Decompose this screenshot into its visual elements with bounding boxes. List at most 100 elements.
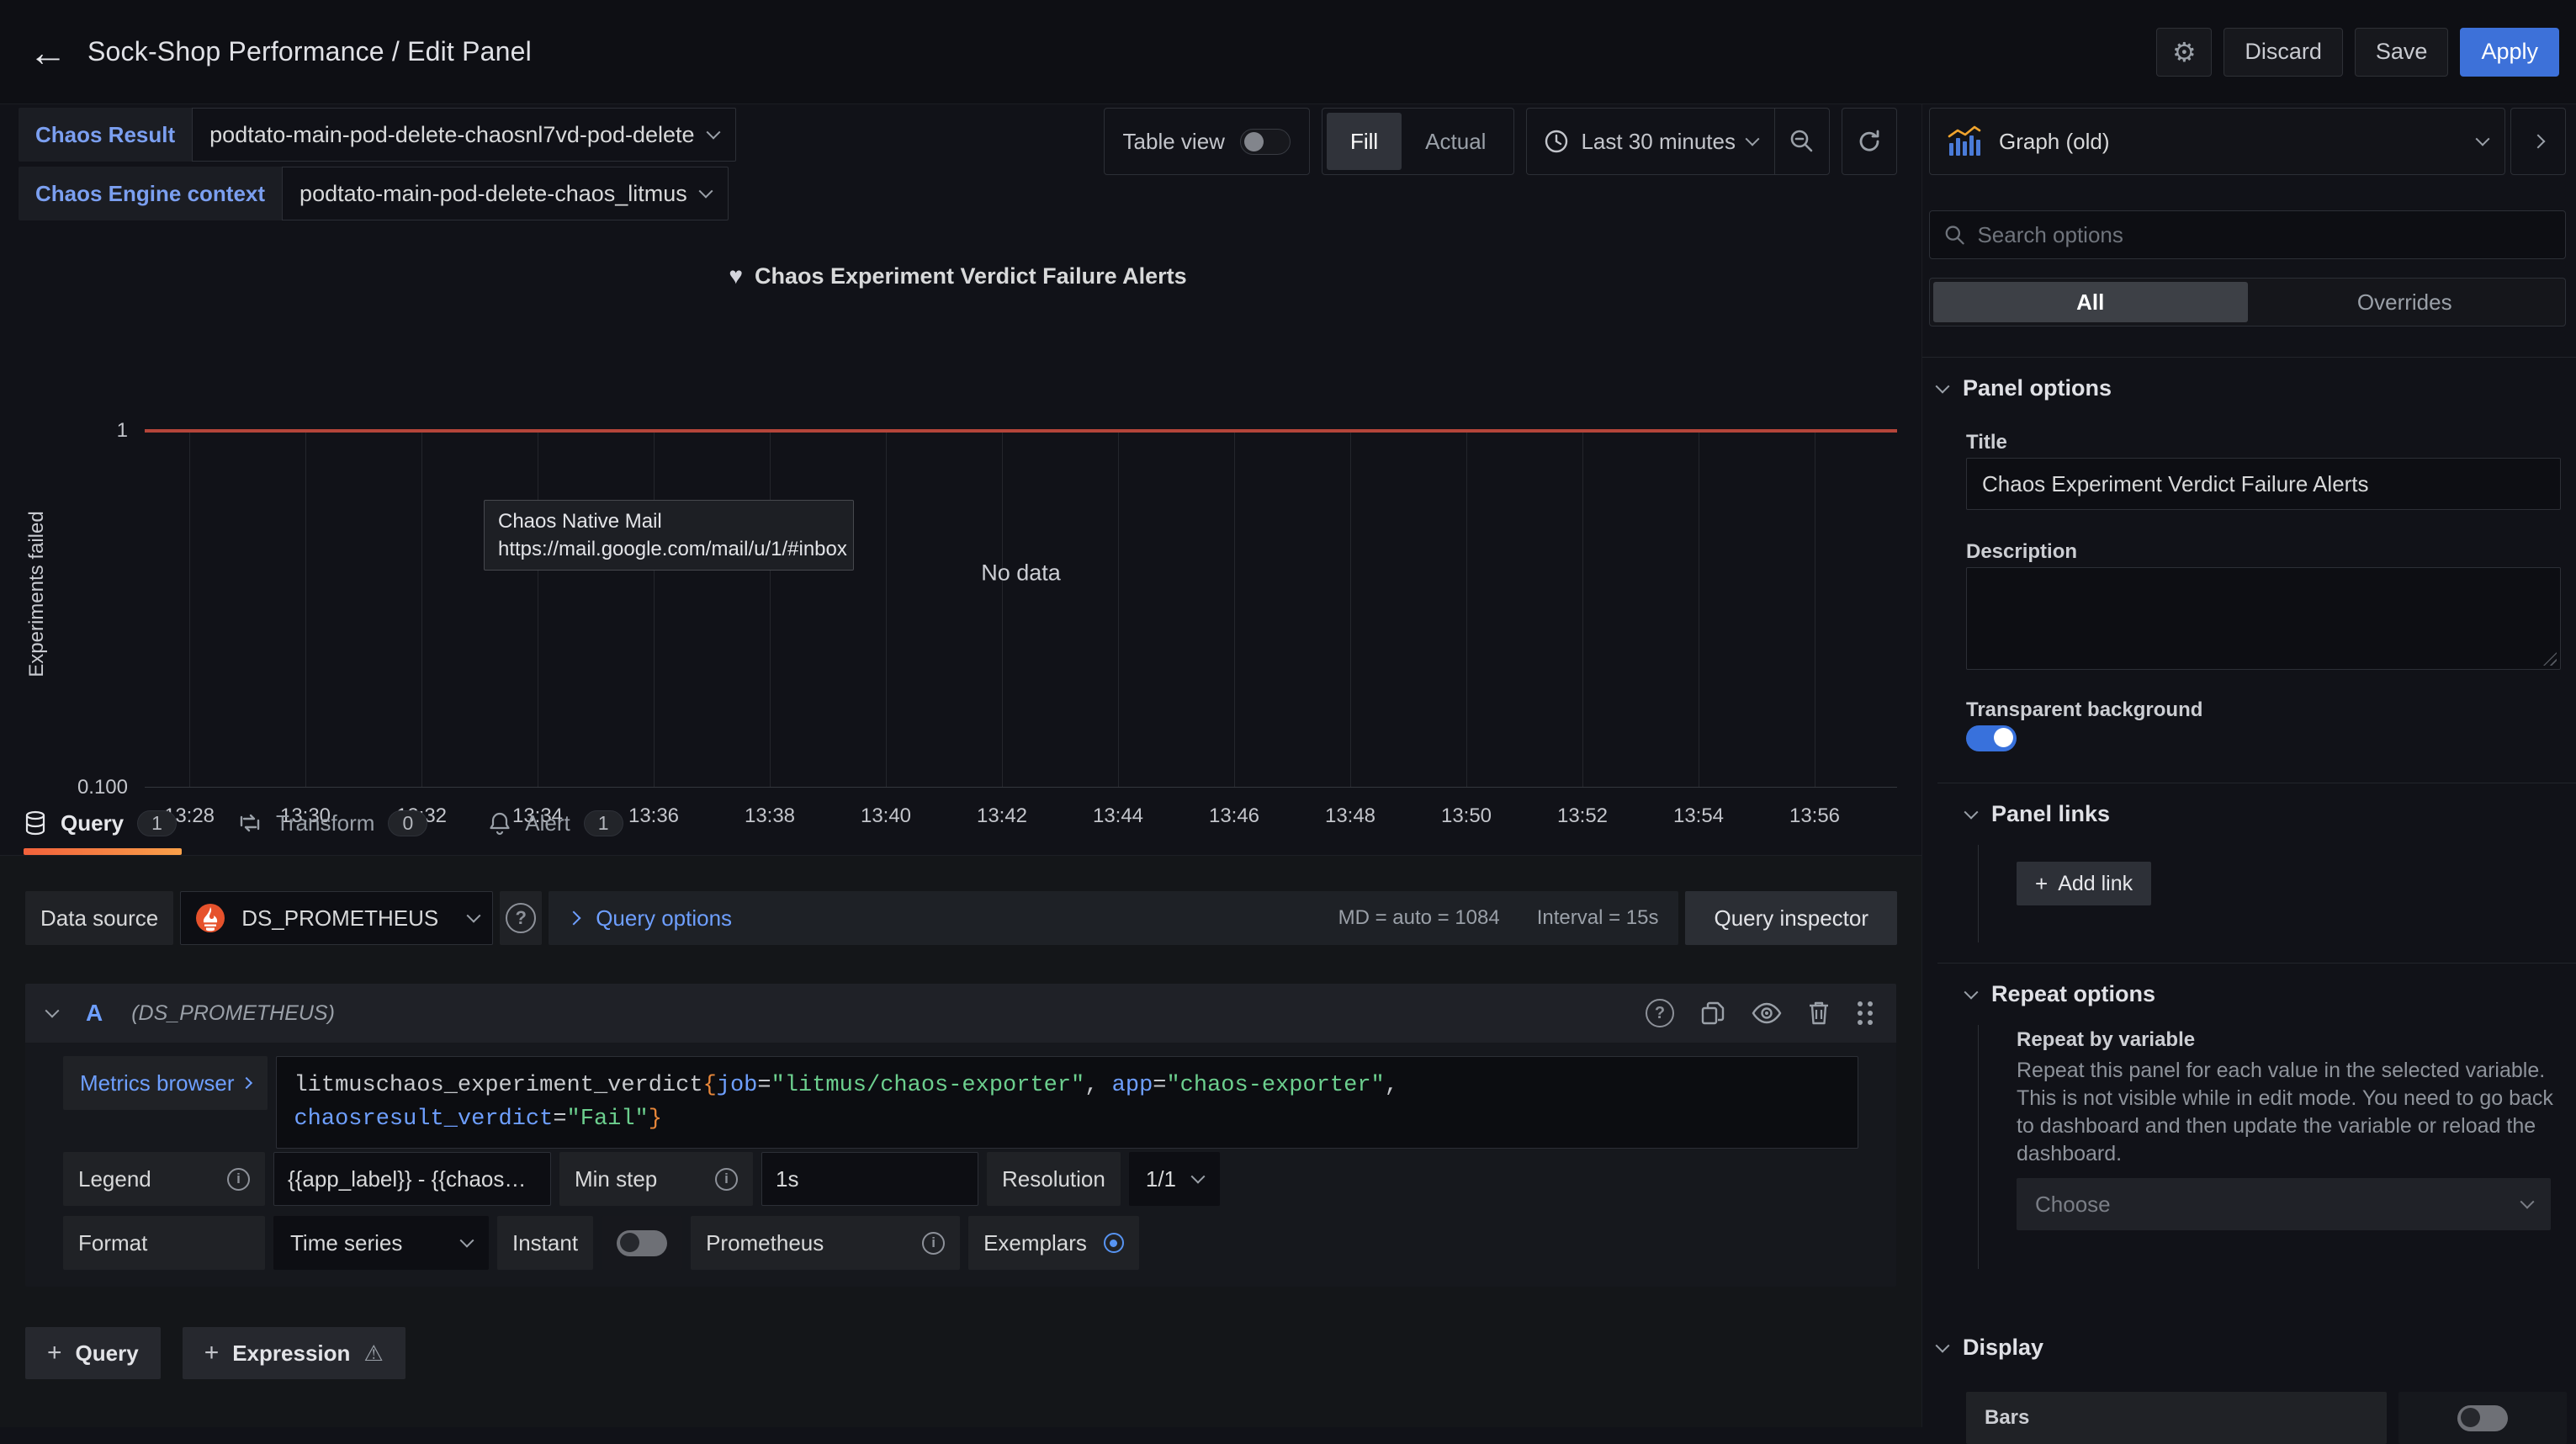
variable-value-text: podtato-main-pod-delete-chaos_litmus <box>299 181 687 207</box>
visualization-name: Graph (old) <box>1999 129 2110 155</box>
query-inspector-button[interactable]: Query inspector <box>1685 891 1897 945</box>
options-search-input[interactable] <box>1977 222 2552 248</box>
metrics-browser-button[interactable]: Metrics browser <box>63 1056 268 1110</box>
options-search[interactable] <box>1929 210 2566 259</box>
trash-icon[interactable] <box>1807 1000 1831 1027</box>
apply-button[interactable]: Apply <box>2460 28 2559 77</box>
panel-title-input[interactable] <box>1966 458 2561 510</box>
gridline <box>1350 431 1351 787</box>
query-options-toggle[interactable]: Query options <box>596 905 732 932</box>
query-card-A: A (DS_PROMETHEUS) ? Metrics browser litm… <box>25 984 1896 1287</box>
graph-panel-icon <box>1947 125 1982 158</box>
time-range-picker[interactable]: Last 30 minutes <box>1527 109 1774 174</box>
time-picker-group: Last 30 minutes <box>1526 108 1830 175</box>
datasource-picker[interactable]: DS_PROMETHEUS <box>180 891 493 945</box>
tooltip-title: Chaos Native Mail <box>498 507 840 535</box>
expr-segment: app <box>1112 1073 1153 1098</box>
toggle-knob <box>2461 1408 2480 1427</box>
expr-segment: "Fail" <box>567 1107 649 1132</box>
add-link-button[interactable]: + Add link <box>2017 862 2151 905</box>
expr-segment: = <box>553 1107 566 1132</box>
gridline <box>654 431 655 787</box>
datasource-help-button[interactable]: ? <box>500 891 542 945</box>
viz-toolbar: Table view Fill Actual Last 30 minutes <box>1104 108 1897 175</box>
tab-query[interactable]: Query 1 <box>24 799 177 855</box>
drag-handle-icon[interactable] <box>1856 1000 1874 1027</box>
query-help-icon[interactable]: ? <box>1646 999 1674 1027</box>
resize-handle[interactable] <box>2543 652 2557 666</box>
legend-label-text: Legend <box>78 1166 151 1192</box>
prometheus-icon <box>194 902 226 934</box>
info-icon: i <box>227 1168 250 1191</box>
expr-segment: = <box>1153 1073 1166 1098</box>
panel-description-textarea[interactable] <box>1966 567 2561 670</box>
alert-heart-icon: ♥ <box>729 263 743 289</box>
options-sidebar: Graph (old) All Overrides Panel options … <box>1921 104 2576 1427</box>
gridline <box>1118 431 1119 787</box>
table-view-toggle[interactable] <box>1240 129 1291 155</box>
toggle-knob <box>1244 132 1264 151</box>
chevron-down-icon <box>706 125 720 140</box>
back-arrow-icon[interactable]: ← <box>29 29 87 75</box>
tab-label: Alert <box>525 810 570 836</box>
query-card-header[interactable]: A (DS_PROMETHEUS) ? <box>25 984 1896 1043</box>
variable-value-dropdown[interactable]: podtato-main-pod-delete-chaos_litmus <box>282 167 729 220</box>
repeat-variable-select[interactable]: Choose <box>2017 1178 2551 1230</box>
variable-value-dropdown[interactable]: podtato-main-pod-delete-chaosnl7vd-pod-d… <box>192 108 735 162</box>
chevron-down-icon <box>1964 804 1979 819</box>
bars-toggle-cell <box>2398 1392 2567 1444</box>
expr-segment: = <box>757 1073 771 1098</box>
save-button[interactable]: Save <box>2355 28 2449 77</box>
format-dropdown[interactable]: Time series <box>273 1216 489 1270</box>
tab-label: Query <box>61 810 124 836</box>
plot-area[interactable]: No data <box>145 431 1897 788</box>
panel-links-header[interactable]: Panel links <box>1966 801 2110 827</box>
gridline <box>421 431 422 787</box>
panel-title-input-field[interactable] <box>1982 471 2545 497</box>
tab-all[interactable]: All <box>1933 282 2248 322</box>
promql-expression-input[interactable]: litmuschaos_experiment_verdict{job="litm… <box>276 1056 1858 1149</box>
display-header[interactable]: Display <box>1937 1335 2043 1361</box>
panel-settings-button[interactable]: ⚙ <box>2156 28 2212 77</box>
panel-options-header[interactable]: Panel options <box>1937 375 2112 401</box>
legend-input-field[interactable] <box>288 1166 537 1192</box>
section-title: Display <box>1963 1335 2043 1361</box>
chevron-down-icon <box>1746 132 1760 146</box>
expr-segment: job <box>717 1073 758 1098</box>
gridline <box>1002 431 1003 787</box>
chevron-down-icon <box>2476 132 2490 146</box>
instant-label: Instant <box>497 1216 593 1270</box>
tab-overrides[interactable]: Overrides <box>2248 282 2563 322</box>
visualization-picker[interactable]: Graph (old) <box>1929 108 2505 175</box>
zoom-out-button[interactable] <box>1774 109 1829 174</box>
tab-alert[interactable]: Alert 1 <box>488 799 623 855</box>
section-title: Repeat options <box>1991 981 2155 1007</box>
add-expression-button[interactable]: + Expression ⚠ <box>183 1327 405 1379</box>
eye-icon[interactable] <box>1752 1001 1782 1025</box>
repeat-options-header[interactable]: Repeat options <box>1966 981 2155 1007</box>
instant-toggle[interactable] <box>617 1230 667 1256</box>
collapse-sidebar-button[interactable] <box>2510 108 2566 175</box>
legend-input[interactable] <box>273 1152 551 1206</box>
section-guide-line <box>1978 1025 1979 1269</box>
repeat-description: Repeat this panel for each value in the … <box>2017 1057 2557 1168</box>
transparent-background-toggle[interactable] <box>1966 725 2017 751</box>
fill-option[interactable]: Fill <box>1327 113 1402 170</box>
variable-chaos-result: Chaos Result podtato-main-pod-delete-cha… <box>19 108 736 162</box>
min-step-input-field[interactable] <box>776 1166 964 1192</box>
y-tick-bottom: 0.100 <box>19 776 128 799</box>
exemplars-icon[interactable] <box>1104 1233 1124 1253</box>
resolution-dropdown[interactable]: 1/1 <box>1129 1152 1220 1206</box>
min-step-input[interactable] <box>761 1152 978 1206</box>
actual-option[interactable]: Actual <box>1402 113 1509 170</box>
duplicate-icon[interactable] <box>1699 1000 1726 1027</box>
add-query-button[interactable]: + Query <box>25 1327 161 1379</box>
discard-button[interactable]: Discard <box>2224 28 2343 77</box>
visualization-picker-row: Graph (old) <box>1929 108 2566 175</box>
search-icon <box>1943 223 1965 247</box>
divider <box>1937 963 2576 964</box>
tooltip-link: https://mail.google.com/mail/u/1/#inbox <box>498 535 840 563</box>
help-icon: ? <box>506 903 536 933</box>
refresh-button[interactable] <box>1842 108 1897 175</box>
tab-transform[interactable]: Transform 0 <box>237 799 427 855</box>
